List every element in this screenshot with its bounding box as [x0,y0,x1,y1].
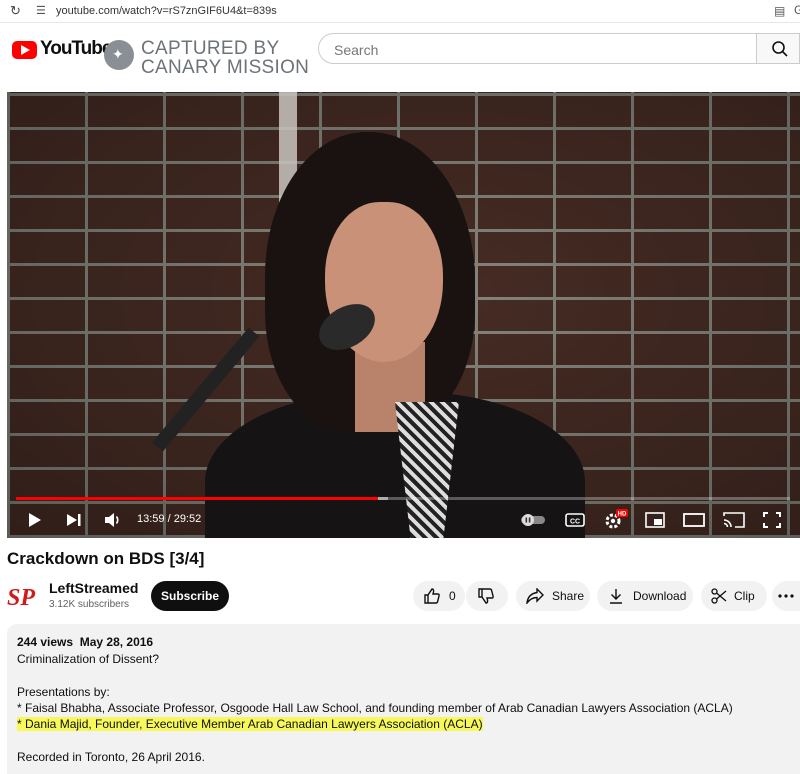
like-button[interactable]: 0 [413,581,465,611]
description-line: * Faisal Bhabha, Associate Professor, Os… [17,701,733,715]
svg-text:SP: SP [7,585,35,610]
subtitles-button[interactable]: CC [563,503,587,537]
download-button[interactable]: Download [597,581,693,611]
browser-address-bar: ↻ ☰ youtube.com/watch?v=rS7znGIF6U4&t=83… [0,0,800,23]
subscriber-count: 3.12K subscribers [49,599,130,610]
play-button[interactable] [23,503,47,537]
bird-glyph: ✦ [112,46,124,62]
search-input[interactable] [332,41,736,59]
dislike-button[interactable] [466,581,508,611]
description-line: Criminalization of Dissent? [17,652,160,666]
share-icon [526,588,544,604]
upload-date: May 28, 2016 [79,635,154,649]
highlight: * Dania Majid, Founder, Executive Member… [17,717,483,731]
player-controls: 13:59 / 29:52 CC HD [7,503,800,537]
time-display: 13:59 / 29:52 [137,513,202,525]
cast-button[interactable] [721,503,747,537]
svg-text:HD: HD [618,512,627,518]
svg-text:CC: CC [570,519,580,526]
miniplayer-icon [645,512,665,528]
search-icon [772,41,788,57]
fullscreen-icon [763,512,781,528]
clip-label: Clip [734,589,755,603]
channel-name[interactable]: LeftStreamed [49,580,138,596]
channel-avatar[interactable]: SP [7,582,39,611]
reload-icon[interactable]: ↻ [10,3,21,19]
channel-logo-icon: SP [7,585,35,611]
thumbs-up-icon [424,588,440,604]
next-button[interactable] [63,503,85,537]
volume-icon [105,513,119,527]
description-highlighted-line: * Dania Majid, Founder, Executive Member… [17,717,483,731]
download-icon [610,589,622,604]
gear-icon: HD [605,509,628,529]
search-button[interactable] [756,33,800,64]
view-count: 244 views [17,635,74,649]
fullscreen-button[interactable] [759,503,785,537]
video-title: Crackdown on BDS [3/4] [7,549,205,568]
address-url[interactable]: youtube.com/watch?v=rS7znGIF6U4&t=839s [56,5,277,17]
like-count: 0 [449,589,456,603]
watermark-line-2: CANARY MISSION [141,57,310,78]
autoplay-toggle[interactable] [519,503,547,537]
theater-icon [683,513,705,527]
settings-button[interactable]: HD [603,503,629,537]
description-line: Presentations by: [17,685,110,699]
cc-icon: CC [565,513,585,527]
volume-button[interactable] [101,503,125,537]
profile-icon[interactable]: G [794,3,800,17]
cast-icon [723,512,745,528]
share-label: Share [552,589,585,603]
description-meta: 244 views May 28, 2016 [17,635,153,649]
next-icon [67,514,81,526]
site-info-icon[interactable]: ☰ [36,4,46,17]
video-player[interactable] [7,92,800,538]
theater-mode-button[interactable] [681,503,707,537]
download-label: Download [633,589,687,603]
thumbs-down-icon [478,588,494,604]
description-box[interactable]: 244 views May 28, 2016 Criminalization o… [7,624,800,774]
more-actions-button[interactable] [772,581,800,611]
progress-bar[interactable] [16,497,790,500]
more-horizontal-icon [778,594,794,598]
scissors-icon [711,588,727,604]
play-icon [29,513,41,527]
youtube-wordmark: YouTube [40,38,112,59]
subscribe-button[interactable]: Subscribe [151,581,229,611]
clip-button[interactable]: Clip [701,581,767,611]
share-button[interactable]: Share [516,581,590,611]
youtube-play-icon [12,41,37,59]
search-box[interactable] [318,33,756,64]
install-icon[interactable]: ▤ [774,4,785,18]
autoplay-toggle-icon [521,514,545,526]
miniplayer-button[interactable] [643,503,667,537]
played-bar [16,497,379,500]
description-line: Recorded in Toronto, 26 April 2016. [17,750,205,764]
